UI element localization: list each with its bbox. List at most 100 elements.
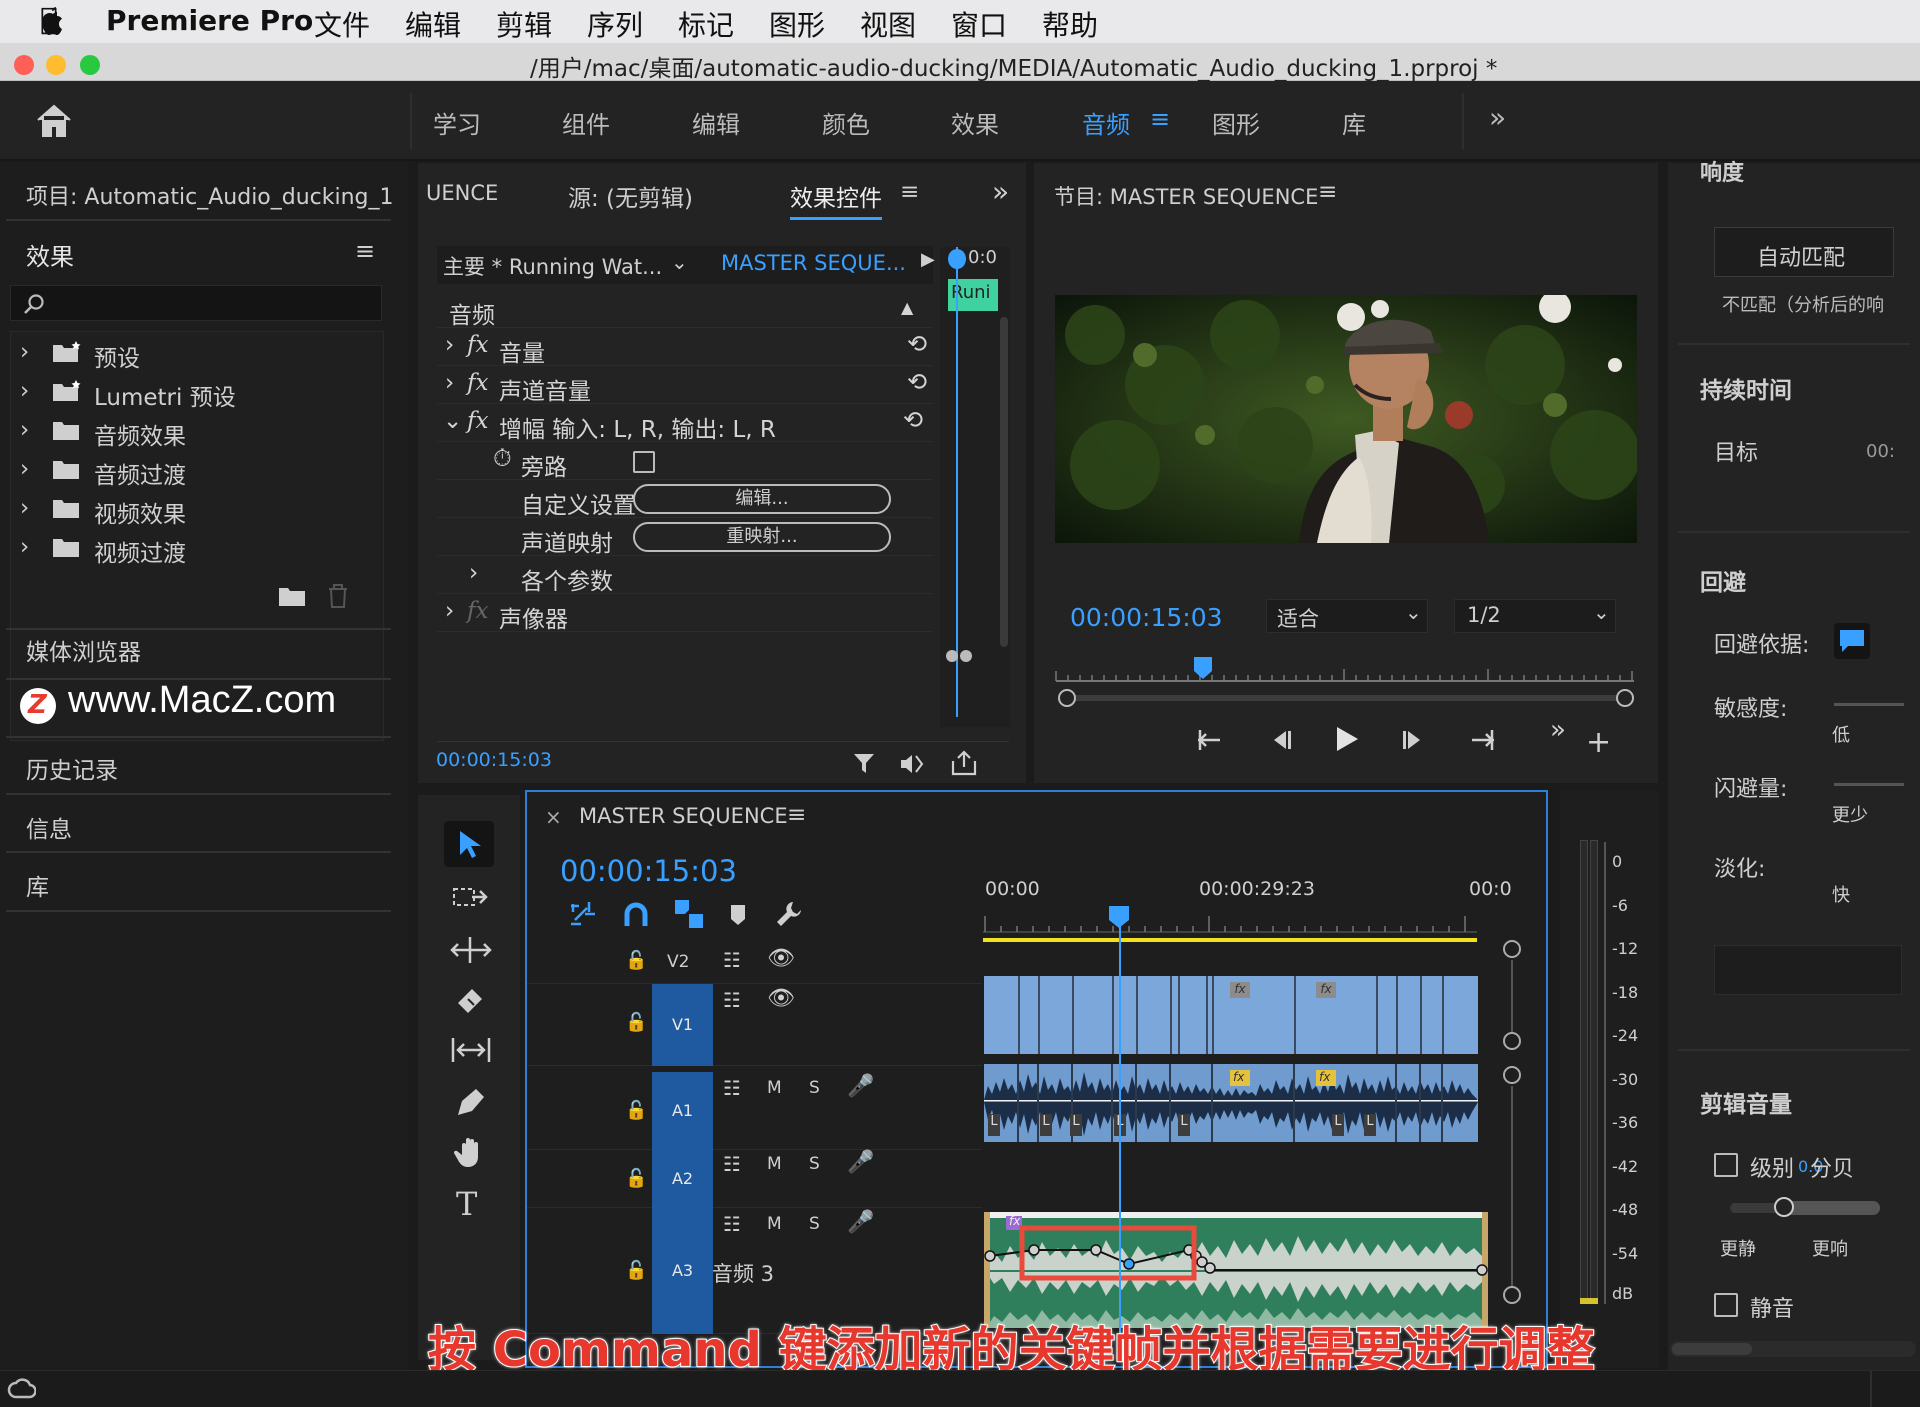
keyframe-dot[interactable]: [946, 650, 958, 662]
workspace-graphics[interactable]: 图形: [1212, 105, 1260, 140]
slip-tool-icon[interactable]: [450, 1035, 492, 1065]
play-icon[interactable]: [1334, 725, 1360, 753]
auto-match-button[interactable]: 自动匹配: [1714, 227, 1894, 277]
eye-icon[interactable]: 👁: [767, 946, 795, 971]
tab-source[interactable]: 源: (无剪辑): [568, 179, 693, 213]
tree-item-video-effects[interactable]: › 视频效果: [14, 489, 384, 528]
chevron-down-icon[interactable]: ⌄: [443, 408, 462, 434]
razor-tool-icon[interactable]: [454, 985, 488, 1017]
timeline-playhead[interactable]: [1119, 922, 1121, 1342]
play-only-icon[interactable]: ▶: [921, 249, 935, 270]
stopwatch-icon[interactable]: ⏱: [493, 444, 512, 472]
fx-badge[interactable]: fx: [1230, 982, 1250, 998]
mute-track-button[interactable]: M: [767, 1214, 782, 1234]
tree-item-presets[interactable]: › 预设: [14, 333, 384, 372]
selection-tool-icon[interactable]: [444, 821, 494, 867]
scroll-handle[interactable]: [1503, 1066, 1521, 1084]
tree-item-audio-effects[interactable]: › 音频效果: [14, 411, 384, 450]
zoom-scrollbar[interactable]: [1062, 695, 1628, 701]
effects-search-input[interactable]: [10, 285, 382, 321]
step-back-icon[interactable]: [1266, 729, 1294, 751]
track-target-v1[interactable]: V1: [652, 984, 713, 1066]
row-channel-volume[interactable]: › fx 声道音量 ⟲: [437, 366, 933, 405]
scroll-track[interactable]: [1511, 1086, 1513, 1286]
fx-icon[interactable]: fx: [467, 332, 488, 358]
master-clip-name[interactable]: 主要 * Running Wat...: [443, 251, 662, 281]
mini-playhead[interactable]: [956, 247, 958, 717]
track-label[interactable]: V2: [667, 952, 689, 972]
timeline-timecode[interactable]: 00:00:15:03: [560, 854, 737, 888]
scroll-handle[interactable]: [1503, 1286, 1521, 1304]
panel-menu-icon[interactable]: ≡: [1318, 179, 1337, 205]
row-params[interactable]: › 各个参数: [437, 556, 933, 595]
media-browser-tab[interactable]: 媒体浏览器: [26, 633, 141, 667]
duck-amount-slider[interactable]: [1834, 783, 1904, 786]
level-slider-thumb[interactable]: [1774, 1197, 1794, 1217]
menu-graphics[interactable]: 图形: [769, 4, 825, 44]
clip-volume-section-label[interactable]: 剪辑音量: [1700, 1085, 1792, 1119]
menu-window[interactable]: 窗口: [951, 4, 1007, 44]
remap-button[interactable]: 重映射...: [633, 522, 891, 552]
lock-icon[interactable]: 🔓: [625, 1260, 647, 1281]
minimize-window-button[interactable]: [46, 55, 66, 75]
sensitivity-slider[interactable]: [1834, 703, 1904, 706]
workspace-color[interactable]: 颜色: [822, 105, 870, 140]
app-menu[interactable]: Premiere Pro: [106, 4, 313, 37]
mini-playhead-head[interactable]: [948, 249, 966, 269]
solo-track-button[interactable]: S: [809, 1154, 820, 1174]
fx-badge[interactable]: fx: [1316, 982, 1336, 998]
panel-menu-icon[interactable]: ≡: [787, 802, 806, 828]
fx-icon[interactable]: fx: [467, 598, 488, 624]
row-bypass[interactable]: ⏱ 旁路: [437, 442, 933, 481]
bypass-checkbox[interactable]: [633, 451, 655, 473]
wrench-icon[interactable]: [773, 898, 805, 930]
type-tool-icon[interactable]: T: [456, 1185, 477, 1223]
fx-badge[interactable]: fx: [1009, 1214, 1020, 1228]
ec-timecode[interactable]: 00:00:15:03: [436, 749, 552, 771]
effects-menu-icon[interactable]: ≡: [355, 237, 375, 265]
lock-icon[interactable]: 🔓: [625, 1100, 647, 1121]
chevron-right-icon[interactable]: ›: [20, 339, 29, 365]
menu-marker[interactable]: 标记: [678, 4, 734, 44]
lock-icon[interactable]: 🔓: [625, 1012, 647, 1033]
hand-tool-icon[interactable]: [454, 1135, 488, 1169]
track-target-a2[interactable]: A2: [652, 1150, 713, 1208]
close-window-button[interactable]: [14, 55, 34, 75]
solo-track-button[interactable]: S: [809, 1214, 820, 1234]
resolution-select[interactable]: 1/2 ⌄: [1454, 599, 1616, 633]
mini-scrollbar[interactable]: [1000, 317, 1008, 647]
history-tab[interactable]: 历史记录: [26, 751, 118, 785]
close-icon[interactable]: ×: [545, 805, 562, 829]
libraries-tab[interactable]: 库: [26, 868, 49, 902]
program-ruler[interactable]: [1054, 653, 1636, 683]
scroll-handle-right[interactable]: [1616, 689, 1634, 707]
track-select-tool-icon[interactable]: [452, 885, 492, 915]
go-to-in-icon[interactable]: [1196, 727, 1226, 753]
mute-track-button[interactable]: M: [767, 1078, 782, 1098]
scroll-handle[interactable]: [1503, 940, 1521, 958]
scroll-handle[interactable]: [1503, 1032, 1521, 1050]
program-title[interactable]: 节目: MASTER SEQUENCE: [1054, 181, 1318, 211]
add-button-icon[interactable]: +: [1586, 725, 1611, 760]
apple-logo-icon[interactable]: [38, 6, 66, 38]
solo-track-button[interactable]: S: [809, 1078, 820, 1098]
step-forward-icon[interactable]: [1400, 729, 1428, 751]
microphone-icon[interactable]: 🎤: [847, 1150, 874, 1175]
lock-icon[interactable]: 🔓: [625, 950, 647, 971]
workspace-editing[interactable]: 编辑: [692, 105, 740, 140]
fx-badge[interactable]: fx: [1233, 1070, 1244, 1084]
workspace-assembly[interactable]: 组件: [562, 105, 610, 140]
chevron-right-icon[interactable]: ›: [445, 332, 454, 358]
mute-checkbox[interactable]: [1714, 1293, 1738, 1317]
more-workspaces-icon[interactable]: »: [1489, 101, 1506, 134]
workspace-effects[interactable]: 效果: [951, 105, 999, 140]
info-tab[interactable]: 信息: [26, 810, 72, 844]
sequence-clip-name[interactable]: MASTER SEQUE...: [721, 251, 906, 275]
ducking-section-label[interactable]: 回避: [1700, 563, 1746, 597]
fx-badge[interactable]: fx: [1319, 1070, 1330, 1084]
chevron-right-icon[interactable]: ›: [445, 370, 454, 396]
menu-file[interactable]: 文件: [314, 4, 370, 44]
collapse-icon[interactable]: ▲: [901, 298, 913, 317]
chevron-right-icon[interactable]: ›: [20, 495, 29, 521]
sync-lock-icon[interactable]: ☷: [723, 1152, 741, 1176]
